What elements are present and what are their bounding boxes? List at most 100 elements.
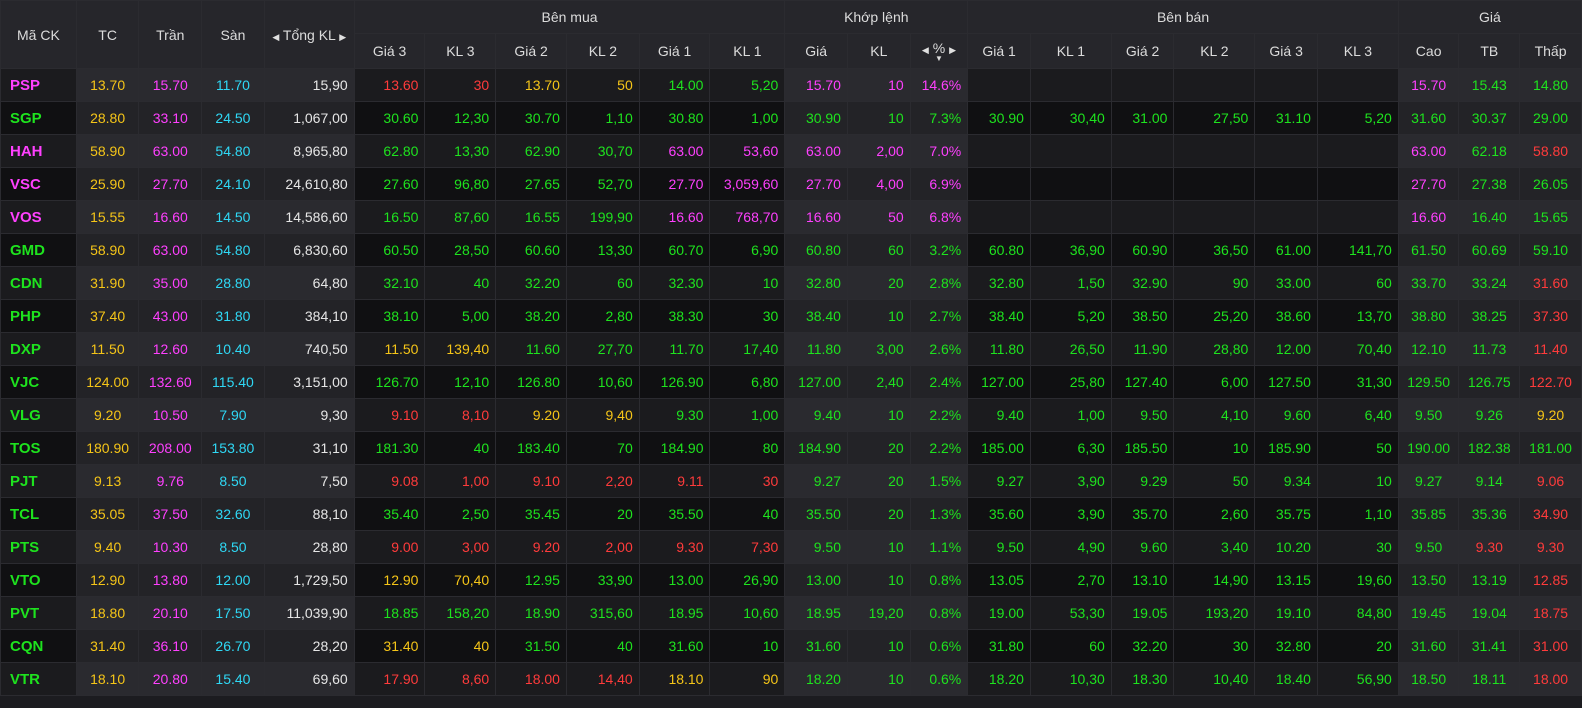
- cell-symbol[interactable]: TOS: [0, 431, 77, 465]
- cell-symbol[interactable]: PVT: [0, 596, 77, 630]
- header-ask-price2[interactable]: Giá 2: [1110, 33, 1175, 69]
- cell-low: 14.80: [1519, 68, 1582, 102]
- cell-low: 9.20: [1519, 398, 1582, 432]
- cell-symbol[interactable]: VTO: [0, 563, 77, 597]
- header-match-price[interactable]: Giá: [784, 33, 848, 69]
- left-triangle-icon[interactable]: ◀: [272, 32, 279, 42]
- header-ask-price1[interactable]: Giá 1: [967, 33, 1031, 69]
- cell-floor: 15.40: [201, 662, 265, 696]
- cell-symbol[interactable]: VTR: [0, 662, 77, 696]
- cell-bid-price2: 183.40: [495, 431, 567, 465]
- cell-ask-price1: 185.00: [967, 431, 1031, 465]
- table-row[interactable]: CQN 31.40 36.10 26.70 28,20 31.40 40 31.50 40 31.…: [0, 629, 1582, 663]
- header-ask-vol3[interactable]: KL 3: [1316, 33, 1399, 69]
- cell-symbol[interactable]: VLG: [0, 398, 77, 432]
- right-triangle-icon[interactable]: ▶: [949, 45, 956, 55]
- cell-symbol[interactable]: CDN: [0, 266, 77, 300]
- cell-symbol[interactable]: SGP: [0, 101, 77, 135]
- cell-symbol[interactable]: PHP: [0, 299, 77, 333]
- table-row[interactable]: PSP 13.70 15.70 11.70 15,90 13.60 30 13.70 50 14.…: [0, 68, 1582, 102]
- sort-down-icon[interactable]: ▼: [917, 55, 962, 63]
- cell-symbol[interactable]: HAH: [0, 134, 77, 168]
- header-avg[interactable]: TB: [1458, 33, 1521, 69]
- table-row[interactable]: VTR 18.10 20.80 15.40 69,60 17.90 8,60 18.00 14,…: [0, 662, 1582, 696]
- table-row[interactable]: PHP 37.40 43.00 31.80 384,10 38.10 5,00 38.20 2,…: [0, 299, 1582, 333]
- left-triangle-icon[interactable]: ◀: [922, 45, 929, 55]
- header-ask-vol2[interactable]: KL 2: [1173, 33, 1256, 69]
- cell-ask-vol3: 56,90: [1316, 662, 1399, 696]
- cell-avg: 60.69: [1458, 233, 1521, 267]
- cell-match-pct: 0.6%: [909, 662, 969, 696]
- cell-match-pct: 1.3%: [909, 497, 969, 531]
- cell-avg: 27.38: [1458, 167, 1521, 201]
- header-match-group: Khớp lệnh: [784, 0, 969, 34]
- header-match-vol[interactable]: KL: [846, 33, 911, 69]
- cell-bid-price2: 13.70: [495, 68, 567, 102]
- table-row[interactable]: PJT 9.13 9.76 8.50 7,50 9.08 1,00 9.10 2,20 9.11 3…: [0, 464, 1582, 498]
- table-row[interactable]: HAH 58.90 63.00 54.80 8,965,80 62.80 13,30 62.9…: [0, 134, 1582, 168]
- cell-symbol[interactable]: PTS: [0, 530, 77, 564]
- header-symbol[interactable]: Mã CK: [0, 0, 77, 69]
- cell-bid-vol3: 2,50: [424, 497, 497, 531]
- header-bid-vol3[interactable]: KL 3: [424, 33, 497, 69]
- cell-ask-price1: 30.90: [967, 101, 1031, 135]
- cell-symbol[interactable]: VOS: [0, 200, 77, 234]
- table-row[interactable]: PTS 9.40 10.30 8.50 28,80 9.00 3,00 9.20 2,00 9.3…: [0, 530, 1582, 564]
- table-row[interactable]: VSC 25.90 27.70 24.10 24,610,80 27.60 96,80 27.…: [0, 167, 1582, 201]
- cell-symbol[interactable]: VSC: [0, 167, 77, 201]
- header-ask-price3[interactable]: Giá 3: [1254, 33, 1318, 69]
- cell-ask-vol2: 2,60: [1173, 497, 1256, 531]
- header-bid-vol2[interactable]: KL 2: [565, 33, 640, 69]
- cell-ask-vol1: 26,50: [1029, 332, 1112, 366]
- cell-symbol[interactable]: TCL: [0, 497, 77, 531]
- table-row[interactable]: DXP 11.50 12.60 10.40 740,50 11.50 139,40 11.60…: [0, 332, 1582, 366]
- table-row[interactable]: CDN 31.90 35.00 28.80 64,80 32.10 40 32.20 60 32.…: [0, 266, 1582, 300]
- header-high[interactable]: Cao: [1397, 33, 1460, 69]
- table-row[interactable]: PVT 18.80 20.10 17.50 11,039,90 18.85 158,20 18…: [0, 596, 1582, 630]
- cell-ref: 31.40: [75, 629, 140, 663]
- cell-bid-vol3: 8,10: [424, 398, 497, 432]
- header-ref[interactable]: TC: [75, 0, 140, 69]
- cell-high: 190.00: [1397, 431, 1460, 465]
- cell-floor: 12.00: [201, 563, 265, 597]
- cell-bid-vol3: 158,20: [424, 596, 497, 630]
- cell-bid-price2: 38.20: [495, 299, 567, 333]
- cell-ask-vol3: 5,20: [1316, 101, 1399, 135]
- cell-bid-vol1: 40: [709, 497, 786, 531]
- table-row[interactable]: VOS 15.55 16.60 14.50 14,586,60 16.50 87,60 16.…: [0, 200, 1582, 234]
- cell-symbol[interactable]: CQN: [0, 629, 77, 663]
- header-bid-price1[interactable]: Giá 1: [638, 33, 711, 69]
- header-total-volume[interactable]: ◀ Tổng KL ▶: [263, 0, 355, 69]
- cell-symbol[interactable]: PSP: [0, 68, 77, 102]
- table-row[interactable]: TCL 35.05 37.50 32.60 88,10 35.40 2,50 35.45 20 3…: [0, 497, 1582, 531]
- cell-ask-price3: 9.60: [1254, 398, 1318, 432]
- cell-symbol[interactable]: DXP: [0, 332, 77, 366]
- cell-bid-price2: 30.70: [495, 101, 567, 135]
- right-triangle-icon[interactable]: ▶: [339, 32, 346, 42]
- table-row[interactable]: VJC 124.00 132.60 115.40 3,151,00 126.70 12,10…: [0, 365, 1582, 399]
- header-bid-vol1[interactable]: KL 1: [709, 33, 786, 69]
- header-match-pct[interactable]: ◀ % ▶ ▼: [909, 33, 969, 69]
- cell-ceil: 132.60: [138, 365, 203, 399]
- cell-ask-price3: [1254, 200, 1318, 234]
- header-bid-price2[interactable]: Giá 2: [495, 33, 567, 69]
- cell-bid-vol3: 13,30: [424, 134, 497, 168]
- cell-match-pct: 2.6%: [909, 332, 969, 366]
- table-row[interactable]: TOS 180.90 208.00 153.80 31,10 181.30 40 183.40…: [0, 431, 1582, 465]
- table-row[interactable]: GMD 58.90 63.00 54.80 6,830,60 60.50 28,50 60.6…: [0, 233, 1582, 267]
- header-ceil[interactable]: Trần: [138, 0, 203, 69]
- header-bid-price3[interactable]: Giá 3: [353, 33, 426, 69]
- cell-bid-vol1: 7,30: [709, 530, 786, 564]
- cell-bid-vol2: 9,40: [565, 398, 640, 432]
- table-row[interactable]: SGP 28.80 33.10 24.50 1,067,00 30.60 12,30 30.7…: [0, 101, 1582, 135]
- header-ask-vol1[interactable]: KL 1: [1029, 33, 1112, 69]
- cell-symbol[interactable]: PJT: [0, 464, 77, 498]
- header-floor[interactable]: Sàn: [201, 0, 265, 69]
- table-row[interactable]: VTO 12.90 13.80 12.00 1,729,50 12.90 70,40 12.9…: [0, 563, 1582, 597]
- cell-bid-vol3: 40: [424, 431, 497, 465]
- header-low[interactable]: Thấp: [1519, 33, 1582, 69]
- cell-symbol[interactable]: GMD: [0, 233, 77, 267]
- cell-avg: 9.14: [1458, 464, 1521, 498]
- cell-symbol[interactable]: VJC: [0, 365, 77, 399]
- table-row[interactable]: VLG 9.20 10.50 7.90 9,30 9.10 8,10 9.20 9,40 9.30…: [0, 398, 1582, 432]
